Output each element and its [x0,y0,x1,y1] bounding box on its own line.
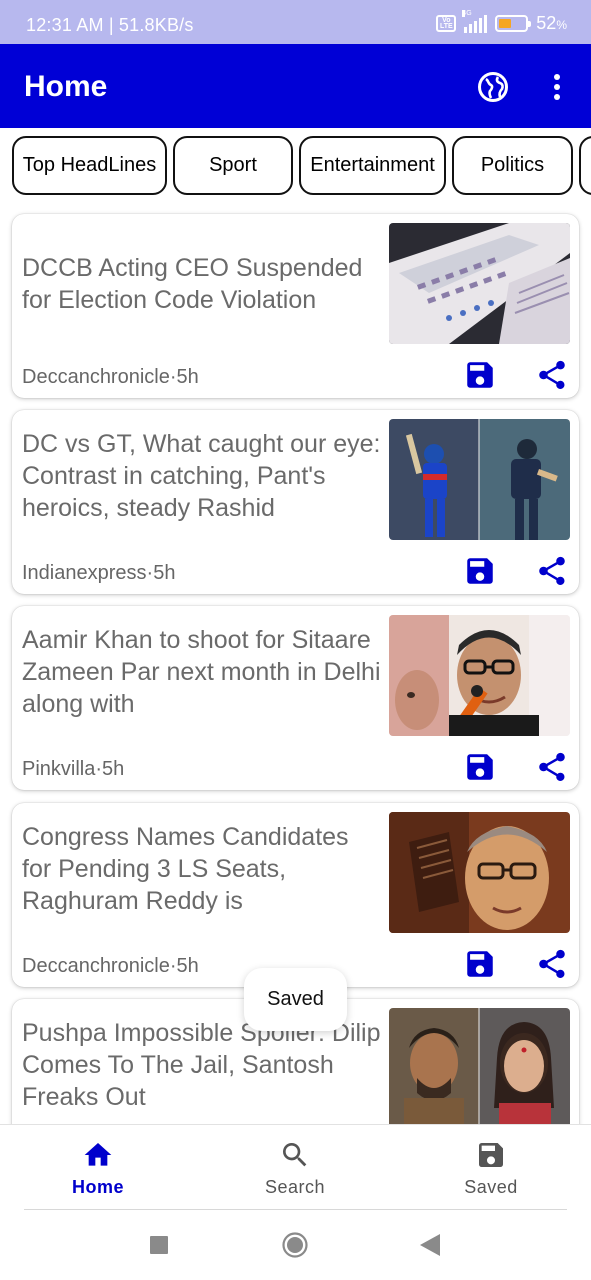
battery-percent: 52% [536,13,567,33]
nav-saved[interactable]: Saved [431,1139,551,1198]
volte-icon: Vo LTE [436,15,457,32]
news-headline[interactable]: Congress Names Candidates for Pending 3 … [22,821,382,917]
news-headline[interactable]: Aamir Khan to shoot for Sitaare Zameen P… [22,624,382,720]
news-headline[interactable]: DCCB Acting CEO Suspended for Election C… [22,252,382,316]
network-type: 4G [462,9,472,17]
news-card[interactable]: DCCB Acting CEO Suspended for Election C… [12,214,579,398]
news-age: 5h [102,758,125,780]
system-nav-bar [0,1210,591,1280]
share-icon[interactable] [535,750,569,784]
news-age: 5h [153,562,176,584]
save-icon[interactable] [463,554,497,588]
news-thumbnail[interactable] [389,223,570,344]
news-card[interactable]: Aamir Khan to shoot for Sitaare Zameen P… [12,606,579,790]
news-meta: Deccanchronicle·5h [22,366,199,388]
save-icon[interactable] [463,750,497,784]
tab-more[interactable] [579,136,591,195]
tab-entertainment[interactable]: Entertainment [299,136,446,195]
share-icon[interactable] [535,947,569,981]
status-bar: 12:31 AM | 51.8KB/s Vo LTE 4G 52% [0,0,591,44]
news-meta: Deccanchronicle·5h [22,955,199,977]
share-icon[interactable] [535,358,569,392]
news-meta: Pinkvilla·5h [22,758,125,780]
nav-home-label: Home [71,1177,124,1197]
nav-home[interactable]: Home [38,1139,158,1198]
battery-icon [495,15,532,32]
news-headline[interactable]: DC vs GT, What caught our eye: Contrast … [22,428,382,524]
news-source: Indianexpress [22,562,147,584]
home-icon [84,1143,112,1166]
back-button[interactable] [420,1234,440,1261]
bottom-nav: Home Search Saved [0,1124,591,1210]
save-icon [479,1143,503,1167]
toast-message: Saved [244,968,347,1031]
app-bar: Home [0,44,591,128]
search-icon [283,1143,307,1167]
home-button[interactable] [282,1232,308,1263]
news-age: 5h [176,955,199,977]
tab-top-headlines[interactable]: Top HeadLines [12,136,167,195]
news-card[interactable]: Congress Names Candidates for Pending 3 … [12,803,579,987]
share-icon[interactable] [535,554,569,588]
news-meta: Indianexpress·5h [22,562,176,584]
signal-icon: 4G [462,9,488,33]
news-source: Deccanchronicle [22,366,170,388]
news-source: Pinkvilla [22,758,96,780]
category-tabs: Top HeadLines Sport Entertainment Politi… [0,128,591,206]
status-icons: Vo LTE 4G 52% [436,9,567,34]
news-thumbnail[interactable] [389,1008,570,1124]
news-thumbnail[interactable] [389,615,570,736]
globe-icon[interactable] [477,71,509,103]
tab-politics[interactable]: Politics [452,136,573,195]
nav-saved-label: Saved [464,1177,518,1197]
news-headline[interactable]: Pushpa Impossible Spoiler: Dilip Comes T… [22,1017,382,1113]
news-source: Deccanchronicle [22,955,170,977]
recents-button[interactable] [150,1236,168,1259]
news-thumbnail[interactable] [389,812,570,933]
more-vert-icon[interactable] [545,71,569,103]
news-thumbnail[interactable] [389,419,570,540]
news-card[interactable]: DC vs GT, What caught our eye: Contrast … [12,410,579,594]
news-age: 5h [176,366,199,388]
save-icon[interactable] [463,358,497,392]
nav-search[interactable]: Search [235,1139,355,1198]
status-time: 12:31 AM | 51.8KB/s [26,15,194,35]
save-icon[interactable] [463,947,497,981]
page-title: Home [24,70,108,103]
nav-search-label: Search [264,1177,326,1197]
tab-sport[interactable]: Sport [173,136,293,195]
